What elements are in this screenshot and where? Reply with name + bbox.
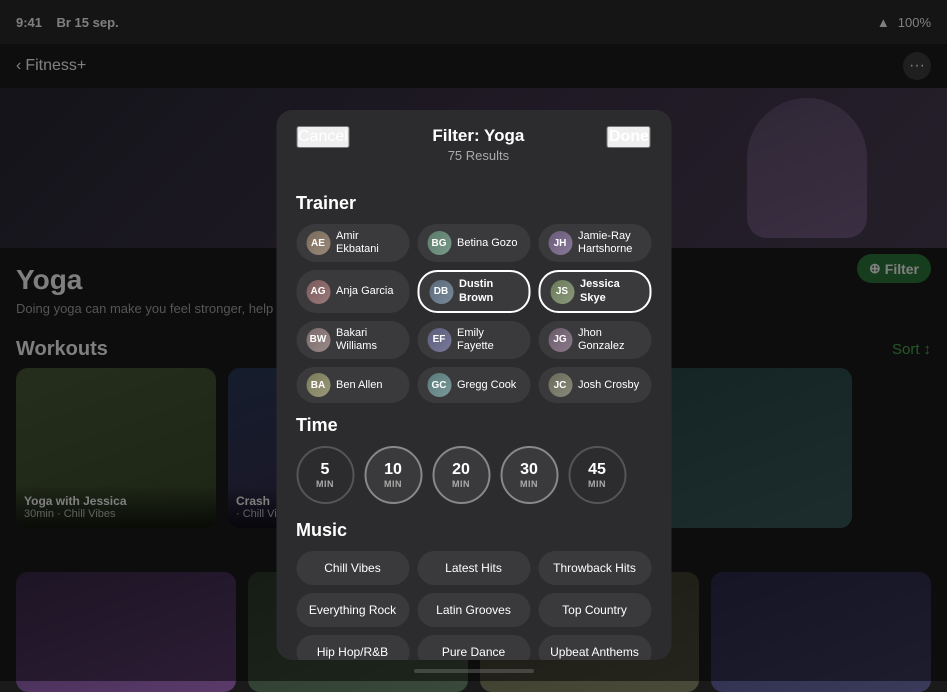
trainer-avatar-betina: BG	[427, 231, 451, 255]
trainer-chip-josh[interactable]: JC Josh Crosby	[538, 367, 651, 403]
filter-modal: Cancel Filter: Yoga 75 Results Done Trai…	[276, 110, 671, 660]
trainer-chip-bakari[interactable]: BW Bakari Williams	[296, 321, 409, 359]
music-section-title: Music	[296, 520, 651, 541]
trainer-chip-gregg[interactable]: GC Gregg Cook	[417, 367, 530, 403]
music-chip-hiphop[interactable]: Hip Hop/R&B	[296, 635, 409, 660]
trainer-avatar-gregg: GC	[427, 373, 451, 397]
modal-results: 75 Results	[432, 148, 524, 163]
music-chip-upbeat[interactable]: Upbeat Anthems	[538, 635, 651, 660]
trainer-chip-betina[interactable]: BG Betina Gozo	[417, 224, 530, 262]
time-value-30: 30	[520, 461, 538, 479]
time-value-45: 45	[588, 461, 606, 479]
time-unit-20: MIN	[452, 479, 470, 489]
trainer-name-anja: Anja Garcia	[336, 285, 393, 298]
music-label-throwback: Throwback Hits	[553, 561, 636, 575]
music-grid: Chill Vibes Latest Hits Throwback Hits E…	[296, 551, 651, 660]
trainer-avatar-bakari: BW	[306, 328, 330, 352]
time-unit-30: MIN	[520, 479, 538, 489]
trainer-chip-anja[interactable]: AG Anja Garcia	[296, 270, 409, 312]
trainer-avatar-josh: JC	[548, 373, 572, 397]
trainer-chip-emily[interactable]: EF Emily Fayette	[417, 321, 530, 359]
time-unit-45: MIN	[588, 479, 606, 489]
trainer-section-title: Trainer	[296, 193, 651, 214]
music-label-hiphop: Hip Hop/R&B	[317, 645, 388, 659]
modal-body: Trainer AE Amir Ekbatani BG Betina Gozo …	[276, 173, 671, 660]
trainer-name-amir: Amir Ekbatani	[336, 230, 399, 256]
trainer-name-gregg: Gregg Cook	[457, 379, 516, 392]
cancel-button[interactable]: Cancel	[296, 126, 350, 148]
music-label-upbeat: Upbeat Anthems	[550, 645, 639, 659]
trainer-chip-jessica[interactable]: JS Jessica Skye	[538, 270, 651, 312]
trainer-chip-jamie[interactable]: JH Jamie-Ray Hartshorne	[538, 224, 651, 262]
trainer-chip-ben[interactable]: BA Ben Allen	[296, 367, 409, 403]
trainer-name-jamie: Jamie-Ray Hartshorne	[578, 230, 641, 256]
trainer-chip-jhon[interactable]: JG Jhon Gonzalez	[538, 321, 651, 359]
music-chip-latin[interactable]: Latin Grooves	[417, 593, 530, 627]
trainer-name-emily: Emily Fayette	[457, 327, 520, 353]
trainer-name-jhon: Jhon Gonzalez	[578, 327, 641, 353]
time-option-45[interactable]: 45 MIN	[568, 446, 626, 504]
time-value-5: 5	[321, 461, 330, 479]
trainer-avatar-ben: BA	[306, 373, 330, 397]
music-chip-dance[interactable]: Pure Dance	[417, 635, 530, 660]
done-button[interactable]: Done	[607, 126, 651, 148]
trainer-name-betina: Betina Gozo	[457, 237, 518, 250]
music-chip-chill[interactable]: Chill Vibes	[296, 551, 409, 585]
time-option-5[interactable]: 5 MIN	[296, 446, 354, 504]
trainer-avatar-amir: AE	[306, 231, 330, 255]
music-label-latin: Latin Grooves	[436, 603, 511, 617]
music-label-country: Top Country	[562, 603, 627, 617]
music-chip-rock[interactable]: Everything Rock	[296, 593, 409, 627]
trainer-chip-amir[interactable]: AE Amir Ekbatani	[296, 224, 409, 262]
trainer-name-dustin: Dustin Brown	[459, 278, 518, 304]
music-label-rock: Everything Rock	[309, 603, 396, 617]
trainer-chip-dustin[interactable]: DB Dustin Brown	[417, 270, 530, 312]
music-chip-throwback[interactable]: Throwback Hits	[538, 551, 651, 585]
time-option-20[interactable]: 20 MIN	[432, 446, 490, 504]
trainer-avatar-jamie: JH	[548, 231, 572, 255]
time-section-title: Time	[296, 415, 651, 436]
time-circles: 5 MIN 10 MIN 20 MIN 30 MIN 45 MIN	[296, 446, 651, 504]
time-unit-5: MIN	[316, 479, 334, 489]
time-unit-10: MIN	[384, 479, 402, 489]
time-value-10: 10	[384, 461, 402, 479]
trainer-avatar-dustin: DB	[429, 280, 453, 304]
trainer-name-jessica: Jessica Skye	[580, 278, 639, 304]
music-label-dance: Pure Dance	[442, 645, 505, 659]
modal-title-block: Filter: Yoga 75 Results	[432, 126, 524, 163]
time-option-30[interactable]: 30 MIN	[500, 446, 558, 504]
trainer-avatar-anja: AG	[306, 280, 330, 304]
music-label-latest: Latest Hits	[445, 561, 502, 575]
music-label-chill: Chill Vibes	[324, 561, 380, 575]
trainer-name-josh: Josh Crosby	[578, 379, 639, 392]
trainer-grid: AE Amir Ekbatani BG Betina Gozo JH Jamie…	[296, 224, 651, 403]
time-value-20: 20	[452, 461, 470, 479]
music-chip-latest[interactable]: Latest Hits	[417, 551, 530, 585]
modal-header: Cancel Filter: Yoga 75 Results Done	[276, 110, 671, 173]
time-option-10[interactable]: 10 MIN	[364, 446, 422, 504]
trainer-avatar-emily: EF	[427, 328, 451, 352]
music-chip-country[interactable]: Top Country	[538, 593, 651, 627]
trainer-avatar-jessica: JS	[550, 280, 574, 304]
modal-title: Filter: Yoga	[432, 126, 524, 146]
trainer-name-bakari: Bakari Williams	[336, 327, 399, 353]
trainer-avatar-jhon: JG	[548, 328, 572, 352]
trainer-name-ben: Ben Allen	[336, 379, 382, 392]
